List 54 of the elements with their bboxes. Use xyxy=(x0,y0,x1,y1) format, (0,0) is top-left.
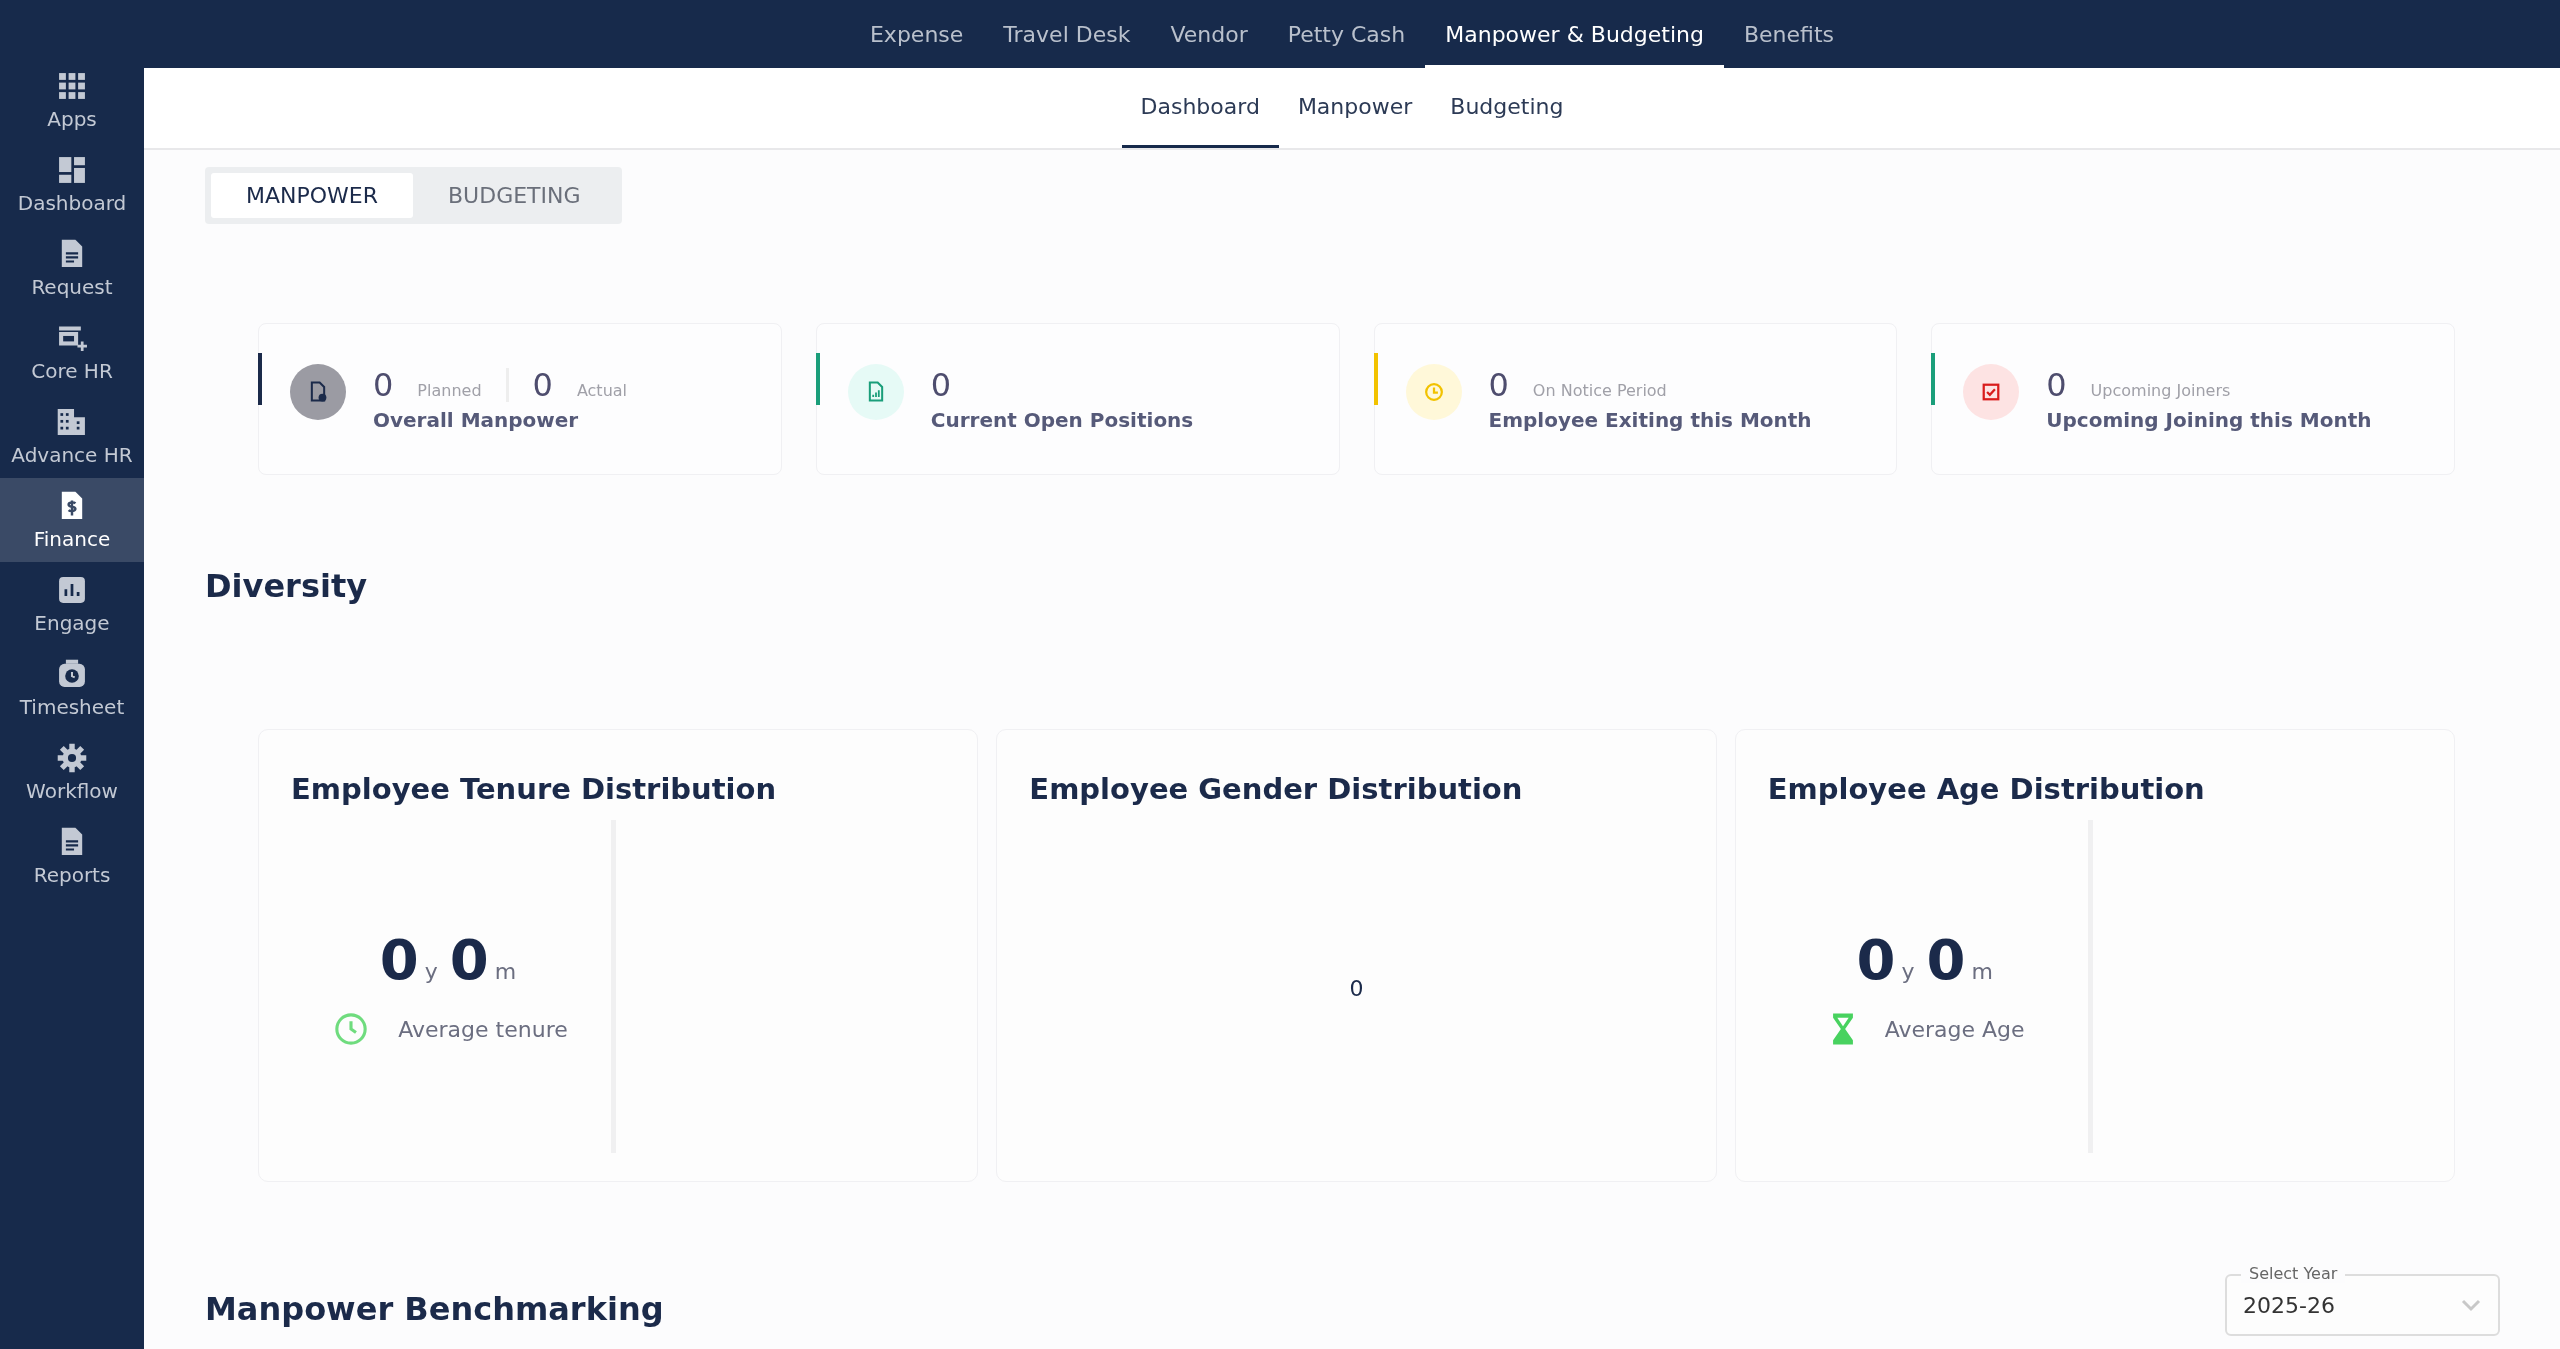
stat-value: 0 xyxy=(373,366,394,404)
toggle-option[interactable]: MANPOWER xyxy=(211,173,413,218)
sub-tab[interactable]: Budgeting xyxy=(1431,68,1583,148)
sidebar-item[interactable]: Finance xyxy=(0,478,144,562)
stat-value: 0 xyxy=(1488,366,1509,404)
stat-caption: Actual xyxy=(576,381,628,400)
sidebar-item[interactable]: Request xyxy=(0,226,144,310)
stat-title: Overall Manpower xyxy=(373,408,580,432)
duration-value: 0 xyxy=(1926,927,1966,992)
nav-tab[interactable]: Expense xyxy=(849,3,984,68)
sidebar-item[interactable]: Workflow xyxy=(0,730,144,814)
chart-value: 0 xyxy=(1349,976,1364,1001)
sidebar-item[interactable]: Timesheet xyxy=(0,646,144,730)
sub-tab[interactable]: Dashboard xyxy=(1121,68,1279,148)
stat-value: 0 xyxy=(532,366,553,404)
section-heading: Diversity xyxy=(205,567,369,605)
stat-title: Employee Exiting this Month xyxy=(1488,408,1812,432)
gear-icon xyxy=(55,741,89,775)
average-caption: Average tenure xyxy=(398,1016,568,1042)
unit-label: y xyxy=(424,959,438,984)
duration-value: 0 xyxy=(1856,927,1896,992)
stat-icon xyxy=(290,364,346,420)
clock-icon xyxy=(334,1012,369,1046)
duration-value: 0 xyxy=(379,927,419,992)
stat-caption: Upcoming Joiners xyxy=(2090,381,2231,400)
nav-tab[interactable]: Benefits xyxy=(1723,3,1854,68)
stat-title: Current Open Positions xyxy=(930,408,1194,432)
hourglass-icon xyxy=(1830,1012,1855,1046)
stat-caption: On Notice Period xyxy=(1532,381,1667,400)
nav-tab[interactable]: Travel Desk xyxy=(983,3,1151,68)
nav-tab[interactable]: Petty Cash xyxy=(1267,3,1426,68)
unit-label: m xyxy=(494,959,517,984)
card-title: Employee Tenure Distribution xyxy=(291,772,778,806)
card-title: Employee Age Distribution xyxy=(1767,772,2206,806)
unit-label: y xyxy=(1901,959,1915,984)
stat-caption: Planned xyxy=(417,381,482,400)
duration-value: 0 xyxy=(449,927,489,992)
sidebar-item[interactable]: Advance HR xyxy=(0,394,144,478)
stat-title: Upcoming Joining this Month xyxy=(2046,408,2372,432)
unit-label: m xyxy=(1971,959,1993,984)
stat-value: 0 xyxy=(2046,366,2067,404)
card-title: Employee Gender Distribution xyxy=(1029,772,1524,806)
sidebar-item[interactable]: Core HR xyxy=(0,310,144,394)
sidebar-item[interactable]: Dashboard xyxy=(0,142,144,226)
sidebar-item[interactable]: Apps xyxy=(0,58,144,142)
sidebar-item[interactable]: Reports xyxy=(0,814,144,898)
nav-tab[interactable]: Vendor xyxy=(1150,3,1268,68)
section-heading: Manpower Benchmarking xyxy=(205,1290,664,1328)
average-caption: Average Age xyxy=(1884,1016,2025,1042)
sidebar-item[interactable]: Engage xyxy=(0,562,144,646)
toggle-option[interactable]: BUDGETING xyxy=(413,173,616,218)
sub-tab[interactable]: Manpower xyxy=(1278,68,1432,148)
chevron-down-icon xyxy=(2460,1298,2482,1312)
stat-value: 0 xyxy=(930,366,952,404)
